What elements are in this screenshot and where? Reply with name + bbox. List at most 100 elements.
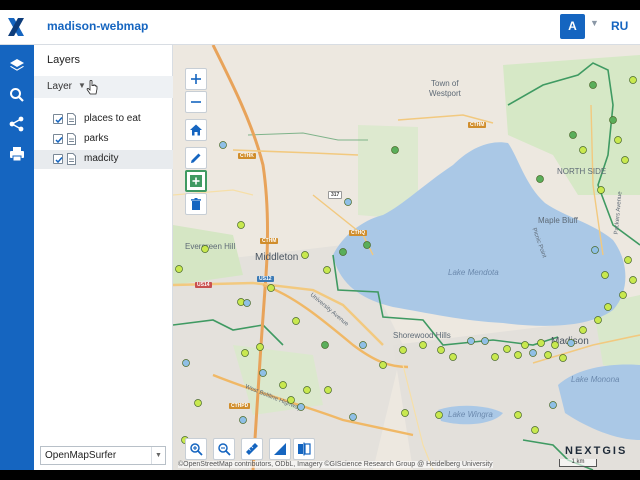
layer-row-parks[interactable]: parks bbox=[34, 130, 173, 149]
poi-marker[interactable] bbox=[363, 241, 371, 249]
map-view[interactable]: Town of Westport NORTH SIDE Maple Bluff … bbox=[173, 45, 640, 470]
layer-column-header[interactable]: Layer ▼ bbox=[34, 76, 173, 98]
poi-marker[interactable] bbox=[624, 256, 632, 264]
poi-marker[interactable] bbox=[529, 349, 537, 357]
poi-marker[interactable] bbox=[629, 76, 637, 84]
poi-marker[interactable] bbox=[514, 351, 522, 359]
layer-checkbox[interactable] bbox=[53, 114, 63, 124]
search-icon[interactable] bbox=[7, 85, 27, 105]
app-window: madison-webmap A ▼ RU Layers Layer ▼ pla… bbox=[0, 10, 640, 470]
measure-distance-button[interactable] bbox=[241, 438, 263, 460]
zoom-in-button[interactable] bbox=[185, 68, 207, 90]
poi-marker[interactable] bbox=[536, 175, 544, 183]
map-attribution[interactable]: ©OpenStreetMap contributors, ODbL, Image… bbox=[178, 461, 493, 468]
poi-marker[interactable] bbox=[391, 146, 399, 154]
poi-marker[interactable] bbox=[537, 339, 545, 347]
poi-marker[interactable] bbox=[559, 354, 567, 362]
edit-button[interactable] bbox=[185, 147, 207, 169]
poi-marker[interactable] bbox=[323, 266, 331, 274]
poi-marker[interactable] bbox=[594, 316, 602, 324]
poi-marker[interactable] bbox=[591, 246, 599, 254]
basemap-select[interactable]: OpenMapSurfer ▼ bbox=[40, 446, 166, 465]
poi-marker[interactable] bbox=[614, 136, 622, 144]
poi-marker[interactable] bbox=[321, 341, 329, 349]
poi-marker[interactable] bbox=[292, 317, 300, 325]
poi-marker[interactable] bbox=[259, 369, 267, 377]
poi-marker[interactable] bbox=[544, 351, 552, 359]
poi-marker[interactable] bbox=[419, 341, 427, 349]
zoom-out-icon bbox=[218, 443, 231, 456]
poi-marker[interactable] bbox=[401, 409, 409, 417]
poi-marker[interactable] bbox=[194, 399, 202, 407]
poi-marker[interactable] bbox=[551, 341, 559, 349]
poi-marker[interactable] bbox=[379, 361, 387, 369]
poi-marker[interactable] bbox=[531, 426, 539, 434]
poi-marker[interactable] bbox=[521, 341, 529, 349]
zoom-out-tool-button[interactable] bbox=[213, 438, 235, 460]
poi-marker[interactable] bbox=[569, 131, 577, 139]
poi-marker[interactable] bbox=[609, 116, 617, 124]
ruler-icon bbox=[246, 443, 258, 455]
poi-marker[interactable] bbox=[243, 299, 251, 307]
poi-marker[interactable] bbox=[491, 353, 499, 361]
add-feature-button[interactable] bbox=[185, 170, 207, 192]
chevron-down-icon[interactable]: ▼ bbox=[590, 18, 599, 28]
poi-marker[interactable] bbox=[621, 156, 629, 164]
poi-marker[interactable] bbox=[567, 339, 575, 347]
poi-marker[interactable] bbox=[303, 386, 311, 394]
poi-marker[interactable] bbox=[589, 81, 597, 89]
poi-marker[interactable] bbox=[297, 403, 305, 411]
poi-marker[interactable] bbox=[619, 291, 627, 299]
poi-marker[interactable] bbox=[579, 146, 587, 154]
poi-marker[interactable] bbox=[349, 413, 357, 421]
language-switch-button[interactable]: RU bbox=[611, 19, 628, 33]
layer-row-madcity[interactable]: madcity bbox=[34, 150, 173, 169]
poi-marker[interactable] bbox=[467, 337, 475, 345]
poi-marker[interactable] bbox=[399, 346, 407, 354]
poi-marker[interactable] bbox=[481, 337, 489, 345]
poi-marker[interactable] bbox=[267, 284, 275, 292]
delete-button[interactable] bbox=[185, 193, 207, 215]
poi-marker[interactable] bbox=[549, 401, 557, 409]
poi-marker[interactable] bbox=[514, 411, 522, 419]
poi-marker[interactable] bbox=[237, 221, 245, 229]
zoom-out-button[interactable] bbox=[185, 91, 207, 113]
poi-marker[interactable] bbox=[182, 359, 190, 367]
layer-row-places-to-eat[interactable]: places to eat bbox=[34, 110, 173, 129]
poi-marker[interactable] bbox=[503, 345, 511, 353]
poi-layer[interactable] bbox=[173, 45, 640, 470]
poi-marker[interactable] bbox=[339, 248, 347, 256]
poi-marker[interactable] bbox=[437, 346, 445, 354]
poi-marker[interactable] bbox=[287, 396, 295, 404]
print-icon[interactable] bbox=[7, 144, 27, 164]
user-avatar-button[interactable]: A bbox=[560, 14, 585, 39]
poi-marker[interactable] bbox=[324, 386, 332, 394]
poi-marker[interactable] bbox=[256, 343, 264, 351]
share-icon[interactable] bbox=[7, 114, 27, 134]
poi-marker[interactable] bbox=[435, 411, 443, 419]
layer-checkbox[interactable] bbox=[53, 154, 63, 164]
measure-area-button[interactable] bbox=[269, 438, 291, 460]
zoom-in-tool-button[interactable] bbox=[185, 438, 207, 460]
poi-marker[interactable] bbox=[579, 326, 587, 334]
caret-down-icon[interactable]: ▼ bbox=[151, 447, 165, 464]
poi-marker[interactable] bbox=[629, 276, 637, 284]
poi-marker[interactable] bbox=[344, 198, 352, 206]
poi-marker[interactable] bbox=[597, 186, 605, 194]
poi-marker[interactable] bbox=[219, 141, 227, 149]
poi-marker[interactable] bbox=[201, 245, 209, 253]
poi-marker[interactable] bbox=[604, 303, 612, 311]
poi-marker[interactable] bbox=[449, 353, 457, 361]
poi-marker[interactable] bbox=[301, 251, 309, 259]
layers-icon[interactable] bbox=[7, 56, 27, 76]
layer-checkbox[interactable] bbox=[53, 134, 63, 144]
poi-marker[interactable] bbox=[601, 271, 609, 279]
home-button[interactable] bbox=[185, 119, 207, 141]
swipe-compare-button[interactable] bbox=[293, 438, 315, 460]
poi-marker[interactable] bbox=[239, 416, 247, 424]
poi-marker[interactable] bbox=[359, 341, 367, 349]
poi-marker[interactable] bbox=[241, 349, 249, 357]
poi-marker[interactable] bbox=[175, 265, 183, 273]
app-title[interactable]: madison-webmap bbox=[47, 19, 148, 33]
poi-marker[interactable] bbox=[279, 381, 287, 389]
